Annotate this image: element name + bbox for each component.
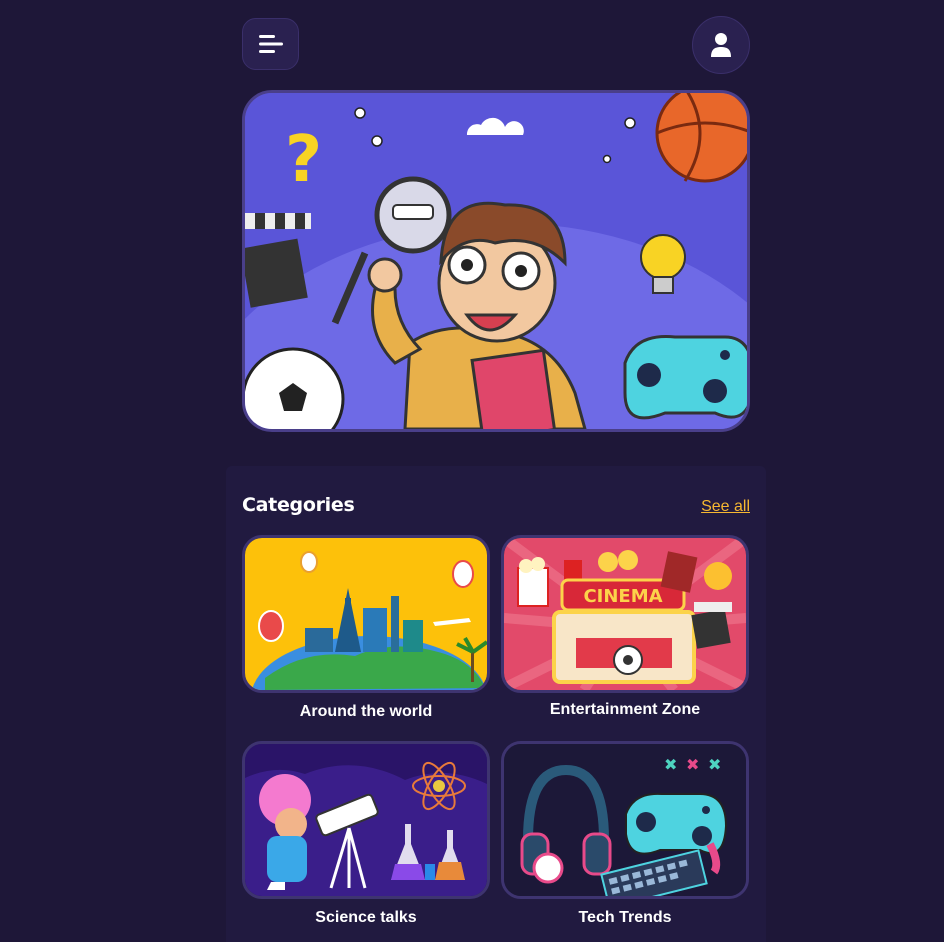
see-all-link[interactable]: See all — [701, 498, 750, 516]
categories-title: Categories — [242, 494, 355, 516]
svg-text:✖: ✖ — [664, 755, 677, 774]
category-label: Entertainment Zone — [549, 701, 701, 718]
svg-text:CINEMA: CINEMA — [583, 586, 662, 607]
category-label: Around the world — [299, 703, 433, 720]
svg-text:✖: ✖ — [708, 755, 721, 774]
category-label: Science talks — [315, 909, 417, 926]
entertainment-zone-thumbnail: CINEMA — [501, 535, 749, 693]
science-talks-thumbnail — [242, 741, 490, 899]
around-the-world-thumbnail — [242, 535, 490, 693]
user-icon — [710, 32, 732, 58]
svg-text:?: ? — [285, 123, 322, 197]
category-card-science-talks[interactable]: Science talks — [242, 741, 490, 927]
category-card-tech-trends[interactable]: ✖ ✖ ✖ Tech Trends — [501, 741, 749, 927]
app-root: ? Categories See all Around the world CI… — [0, 0, 944, 942]
hero-banner[interactable]: ? — [242, 90, 750, 432]
tech-trends-thumbnail: ✖ ✖ ✖ — [501, 741, 749, 899]
svg-text:✖: ✖ — [686, 755, 699, 774]
hero-illustration: ? — [245, 93, 747, 429]
category-card-entertainment-zone[interactable]: CINEMA Entertainment Zone — [501, 535, 749, 719]
category-label: Tech Trends — [578, 909, 672, 926]
menu-icon — [258, 33, 284, 55]
menu-button[interactable] — [242, 18, 299, 70]
profile-button[interactable] — [692, 16, 750, 74]
category-card-around-the-world[interactable]: Around the world — [242, 535, 490, 721]
